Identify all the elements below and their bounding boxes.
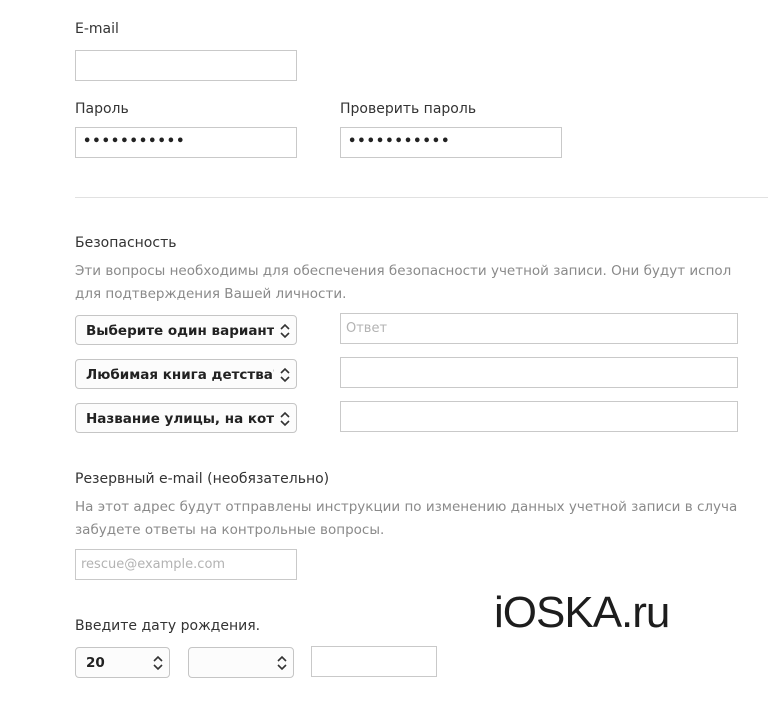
confirm-password-label: Проверить пароль	[340, 101, 477, 117]
chevron-updown-icon	[280, 367, 290, 383]
birthday-month-select[interactable]	[188, 647, 294, 678]
email-label: E-mail	[75, 21, 119, 37]
rescue-description-line1: На этот адрес будут отправлены инструкци…	[75, 499, 738, 515]
chevron-updown-icon	[280, 323, 290, 339]
birthday-day-value: 20	[86, 655, 105, 671]
password-input[interactable]: •••••••••••	[75, 127, 297, 158]
chevron-updown-icon	[277, 655, 287, 671]
rescue-email-title: Резервный e-mail (необязательно)	[75, 471, 330, 487]
password-value: •••••••••••	[83, 134, 186, 149]
watermark: iOSKA.ru	[494, 588, 670, 637]
security-question-2-text: Любимая книга детства?	[86, 367, 274, 383]
security-answer-1-input[interactable]: Ответ	[340, 313, 738, 344]
security-answer-1-placeholder: Ответ	[346, 321, 388, 336]
security-question-1-text: Выберите один вариант.	[86, 323, 274, 339]
email-input[interactable]	[75, 50, 297, 81]
confirm-password-value: •••••••••••	[348, 134, 451, 149]
security-title: Безопасность	[75, 235, 177, 251]
security-question-1-select[interactable]: Выберите один вариант.	[75, 315, 297, 345]
security-question-3-text: Название улицы, на котс	[86, 411, 274, 427]
rescue-email-input[interactable]: rescue@example.com	[75, 549, 297, 580]
birthday-year-input[interactable]	[311, 646, 437, 677]
rescue-email-placeholder: rescue@example.com	[81, 557, 226, 572]
security-question-3-select[interactable]: Название улицы, на котс	[75, 403, 297, 433]
birthday-day-select[interactable]: 20	[75, 647, 170, 678]
confirm-password-input[interactable]: •••••••••••	[340, 127, 562, 158]
chevron-updown-icon	[153, 655, 163, 671]
password-label: Пароль	[75, 101, 129, 117]
chevron-updown-icon	[280, 411, 290, 427]
security-answer-3-input[interactable]	[340, 401, 738, 432]
section-divider	[75, 197, 768, 198]
rescue-description-line2: забудете ответы на контрольные вопросы.	[75, 522, 385, 538]
security-description-line1: Эти вопросы необходимы для обеспечения б…	[75, 263, 732, 279]
birthday-label: Введите дату рождения.	[75, 618, 261, 634]
security-answer-2-input[interactable]	[340, 357, 738, 388]
security-description-line2: для подтверждения Вашей личности.	[75, 286, 347, 302]
security-question-2-select[interactable]: Любимая книга детства?	[75, 359, 297, 389]
